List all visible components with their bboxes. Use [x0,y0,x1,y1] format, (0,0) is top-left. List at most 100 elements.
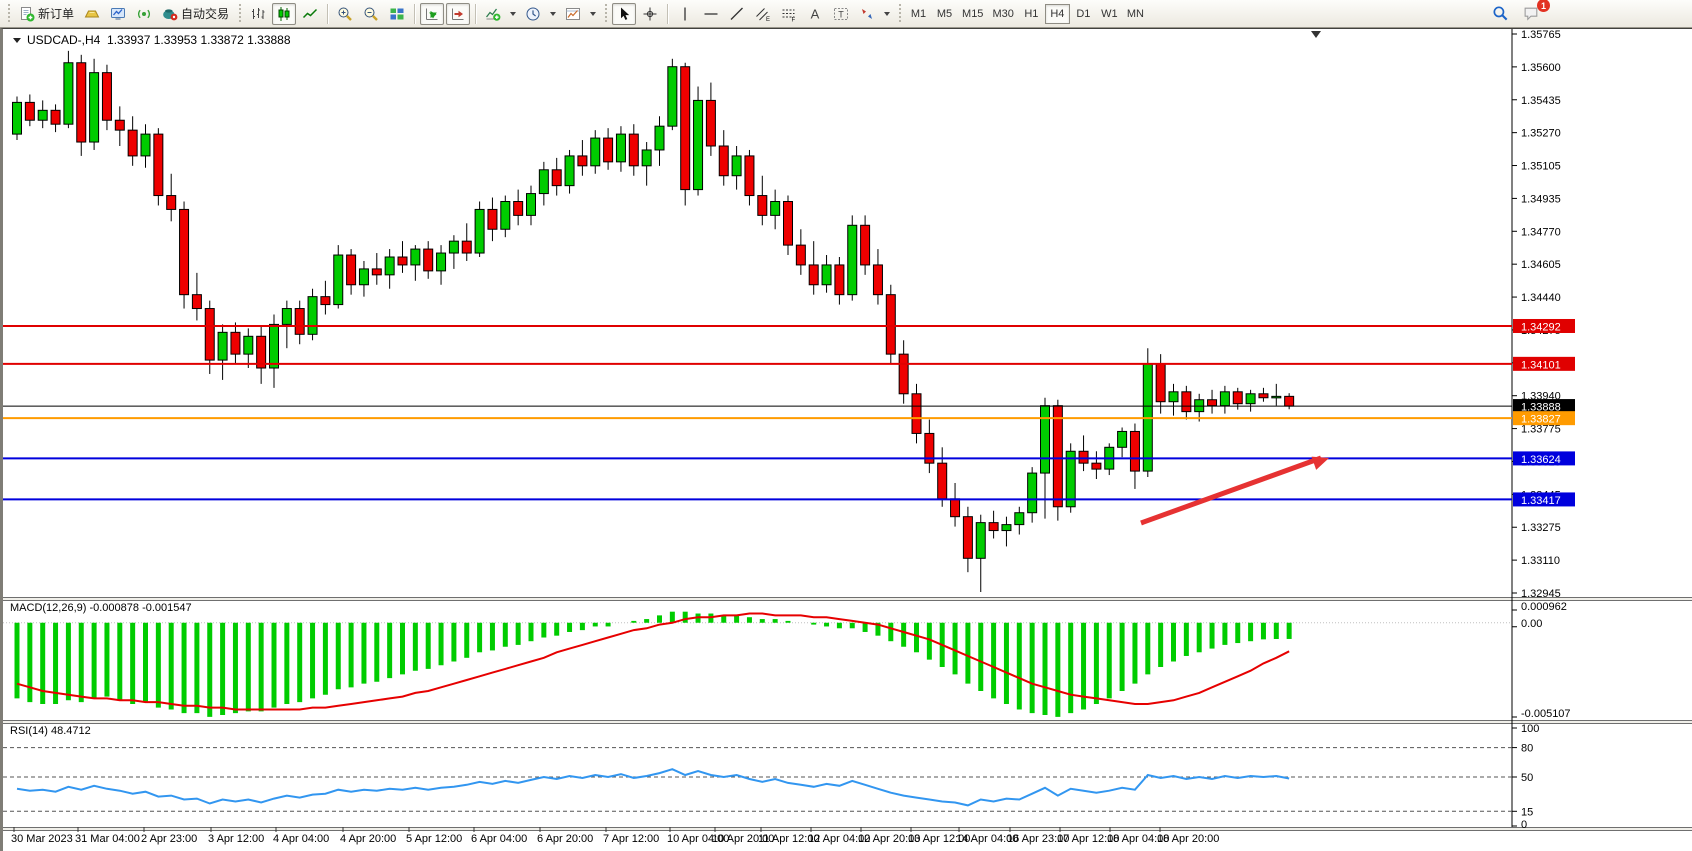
candle-bear [1156,364,1165,402]
candle-bull [1220,392,1229,406]
horizontal-line-tool-button[interactable] [699,3,723,25]
timeframe-button-d1[interactable]: D1 [1071,4,1096,24]
one-click-trading-icon[interactable] [13,38,21,43]
candlestick-mode-button[interactable] [272,3,296,25]
timeframe-button-h4[interactable]: H4 [1045,4,1070,24]
arrows-tool-button[interactable] [855,3,879,25]
bar-chart-mode-button[interactable] [246,3,270,25]
candle-bear [719,146,728,176]
zoom-out-button[interactable] [359,3,383,25]
chart-shift-button[interactable] [446,3,470,25]
candle-bull [1028,473,1037,513]
candle-bear [552,170,561,186]
timeframe-button-mn[interactable]: MN [1123,4,1148,24]
time-tick-label: 3 Apr 12:00 [208,833,264,845]
candle-bear [873,265,882,295]
toolbar-grip[interactable] [603,4,608,24]
template-dropdown-caret[interactable] [587,3,599,25]
template-button[interactable] [561,3,585,25]
new-order-button[interactable]: 新订单 [15,3,78,25]
price-tick-label: 1.35435 [1521,95,1561,107]
candle-bear [835,265,844,295]
candle-bear [938,463,947,499]
candle-bear [128,130,137,156]
new-order-label: 新订单 [38,5,74,22]
timeframe-button-m5[interactable]: M5 [932,4,957,24]
candle-bear [115,120,124,130]
tile-windows-button[interactable] [385,3,409,25]
candle-bull [976,523,985,559]
notifications-button[interactable]: 1 [1519,2,1544,24]
candle-bull [1015,513,1024,525]
signal-icon-button[interactable] [132,3,156,25]
candle-bull [655,126,664,150]
chart-shift-marker[interactable] [1311,31,1321,38]
candle-bear [629,134,638,166]
fibonacci-tool-button[interactable]: F [777,3,801,25]
timeframe-button-m30[interactable]: M30 [988,4,1017,24]
arrows-dropdown-caret[interactable] [881,3,893,25]
trend-arrow-line[interactable] [1141,458,1321,523]
candle-bull [771,202,780,216]
candle-bear [1259,394,1268,398]
chart-canvas[interactable]: 1.357651.356001.354351.352701.351051.349… [3,29,1692,851]
periods-dropdown-caret[interactable] [547,3,559,25]
candle-bear [167,196,176,210]
timeframe-button-w1[interactable]: W1 [1097,4,1122,24]
candle-bull [694,100,703,189]
auto-trading-button[interactable]: 自动交易 [158,3,233,25]
cursor-tool-button[interactable] [612,3,636,25]
candle-bull [642,150,651,166]
price-level-badge-label: 1.33624 [1521,454,1561,466]
timeframe-button-h1[interactable]: H1 [1019,4,1044,24]
candle-bear [681,67,690,190]
candle-bull [822,265,831,285]
candle-bull [218,332,227,360]
candle-bear [861,225,870,265]
zoom-in-button[interactable] [333,3,357,25]
time-tick-label: 4 Apr 20:00 [340,833,396,845]
gold-ingot-icon-button[interactable] [80,3,104,25]
candle-bear [809,265,818,285]
chart-window[interactable]: 1.357651.356001.354351.352701.351051.349… [0,28,1692,851]
search-icon-button[interactable] [1488,2,1513,24]
indicators-dropdown-caret[interactable] [507,3,519,25]
vertical-line-tool-button[interactable] [673,3,697,25]
toolbar-grip[interactable] [6,4,11,24]
auto-scroll-button[interactable] [420,3,444,25]
trend-arrow-head[interactable] [1312,457,1329,470]
time-tick-label: 4 Apr 04:00 [273,833,329,845]
timeframe-button-m1[interactable]: M1 [906,4,931,24]
price-level-badge-label: 1.34292 [1521,321,1561,333]
price-tick-label: 1.33110 [1521,555,1560,567]
crosshair-tool-button[interactable] [638,3,662,25]
candle-bull [1169,392,1178,402]
rsi-tick-label: 50 [1521,772,1533,784]
text-tool-button[interactable]: A [803,3,827,25]
candle-bull [1118,431,1127,447]
candle-bear [347,255,356,285]
ohlc-label: 1.33937 1.33953 1.33872 1.33888 [107,33,291,47]
auto-trading-label: 自动交易 [181,5,229,22]
price-tick-label: 1.32945 [1521,588,1561,600]
candle-bear [578,156,587,166]
candle-bull [437,253,446,271]
trendline-tool-button[interactable] [725,3,749,25]
equidistant-channel-tool-button[interactable]: E [751,3,775,25]
text-label-tool-button[interactable]: T [829,3,853,25]
timeframe-button-m15[interactable]: M15 [958,4,987,24]
candle-bull [1246,394,1255,404]
toolbar-grip[interactable] [237,4,242,24]
periods-clock-button[interactable] [521,3,545,25]
candle-bear [295,309,304,335]
candle-bear [77,63,86,142]
macd-tick-label: 0.00 [1521,618,1542,630]
market-watch-icon-button[interactable] [106,3,130,25]
time-tick-label: 5 Apr 12:00 [406,833,462,845]
candle-bull [90,73,99,142]
toolbar-grip[interactable] [897,4,902,24]
candle-bear [899,354,908,394]
indicators-button[interactable] [481,3,505,25]
candle-bear [514,202,523,216]
line-chart-mode-button[interactable] [298,3,322,25]
